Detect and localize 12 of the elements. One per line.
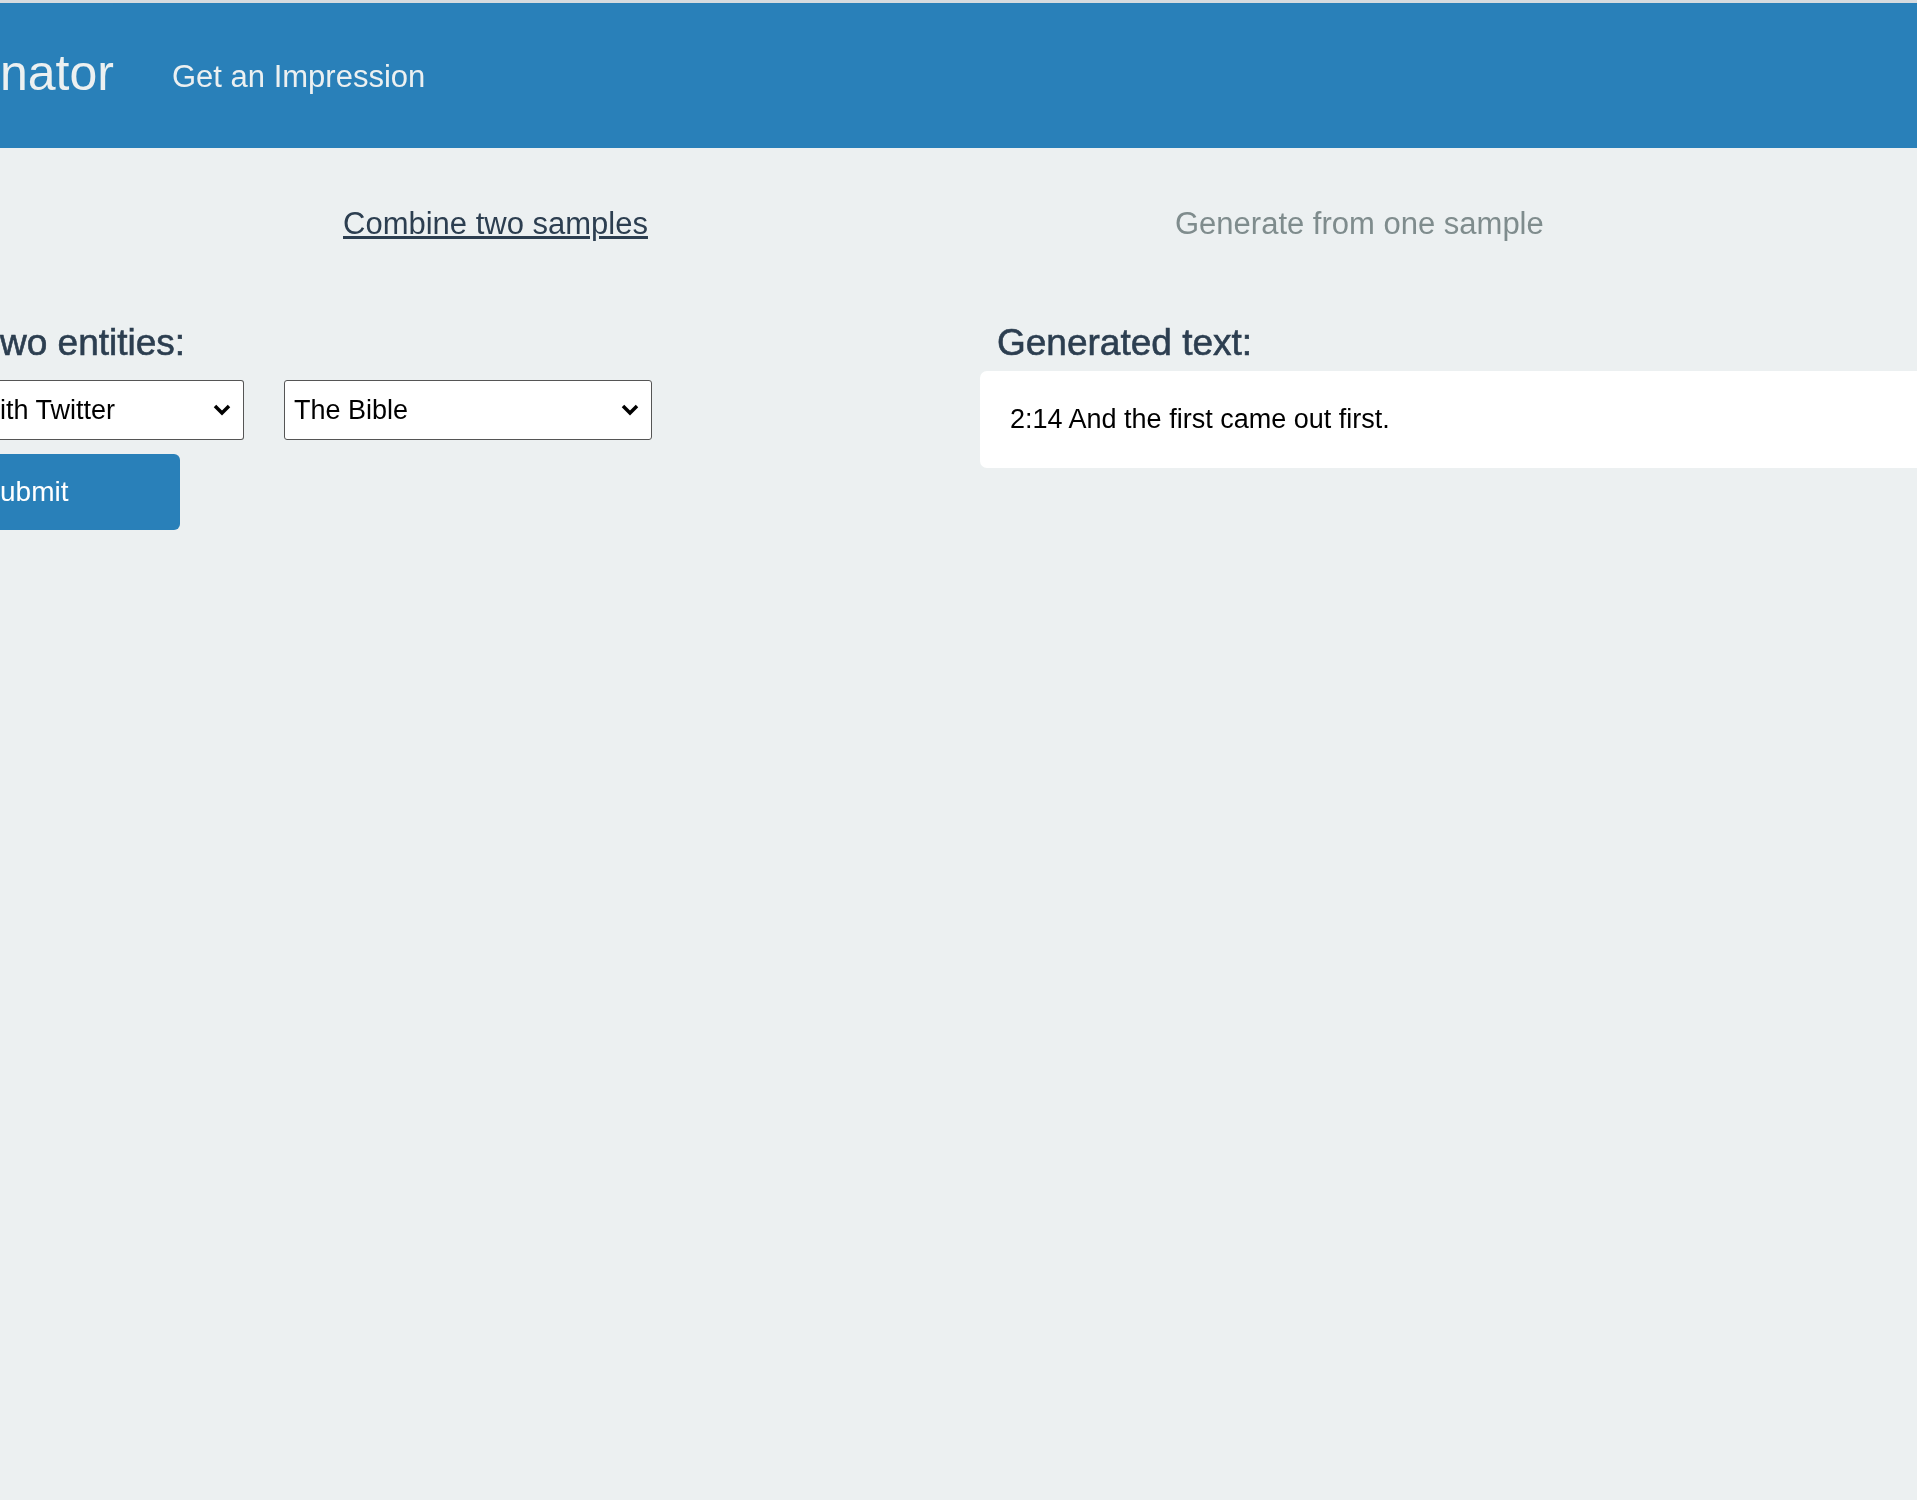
form-heading: wo entities: xyxy=(0,321,187,365)
submit-button[interactable]: ubmit xyxy=(0,454,180,530)
chevron-down-icon xyxy=(213,404,231,416)
dropdown[interactable]: ith Twitter xyxy=(0,380,244,440)
nav-link[interactable]: Get an Impression xyxy=(171,58,426,95)
tab-link[interactable]: Generate from one sample xyxy=(1175,206,1544,242)
output-heading: Generated text: xyxy=(996,321,1254,365)
site-title[interactable]: nator xyxy=(0,43,114,102)
tab-link[interactable]: Combine two samples xyxy=(343,206,648,242)
generated-text: 2:14 And the first came out first. xyxy=(980,371,1917,468)
dropdown[interactable]: The Bible xyxy=(284,380,652,440)
chevron-down-icon xyxy=(621,404,639,416)
